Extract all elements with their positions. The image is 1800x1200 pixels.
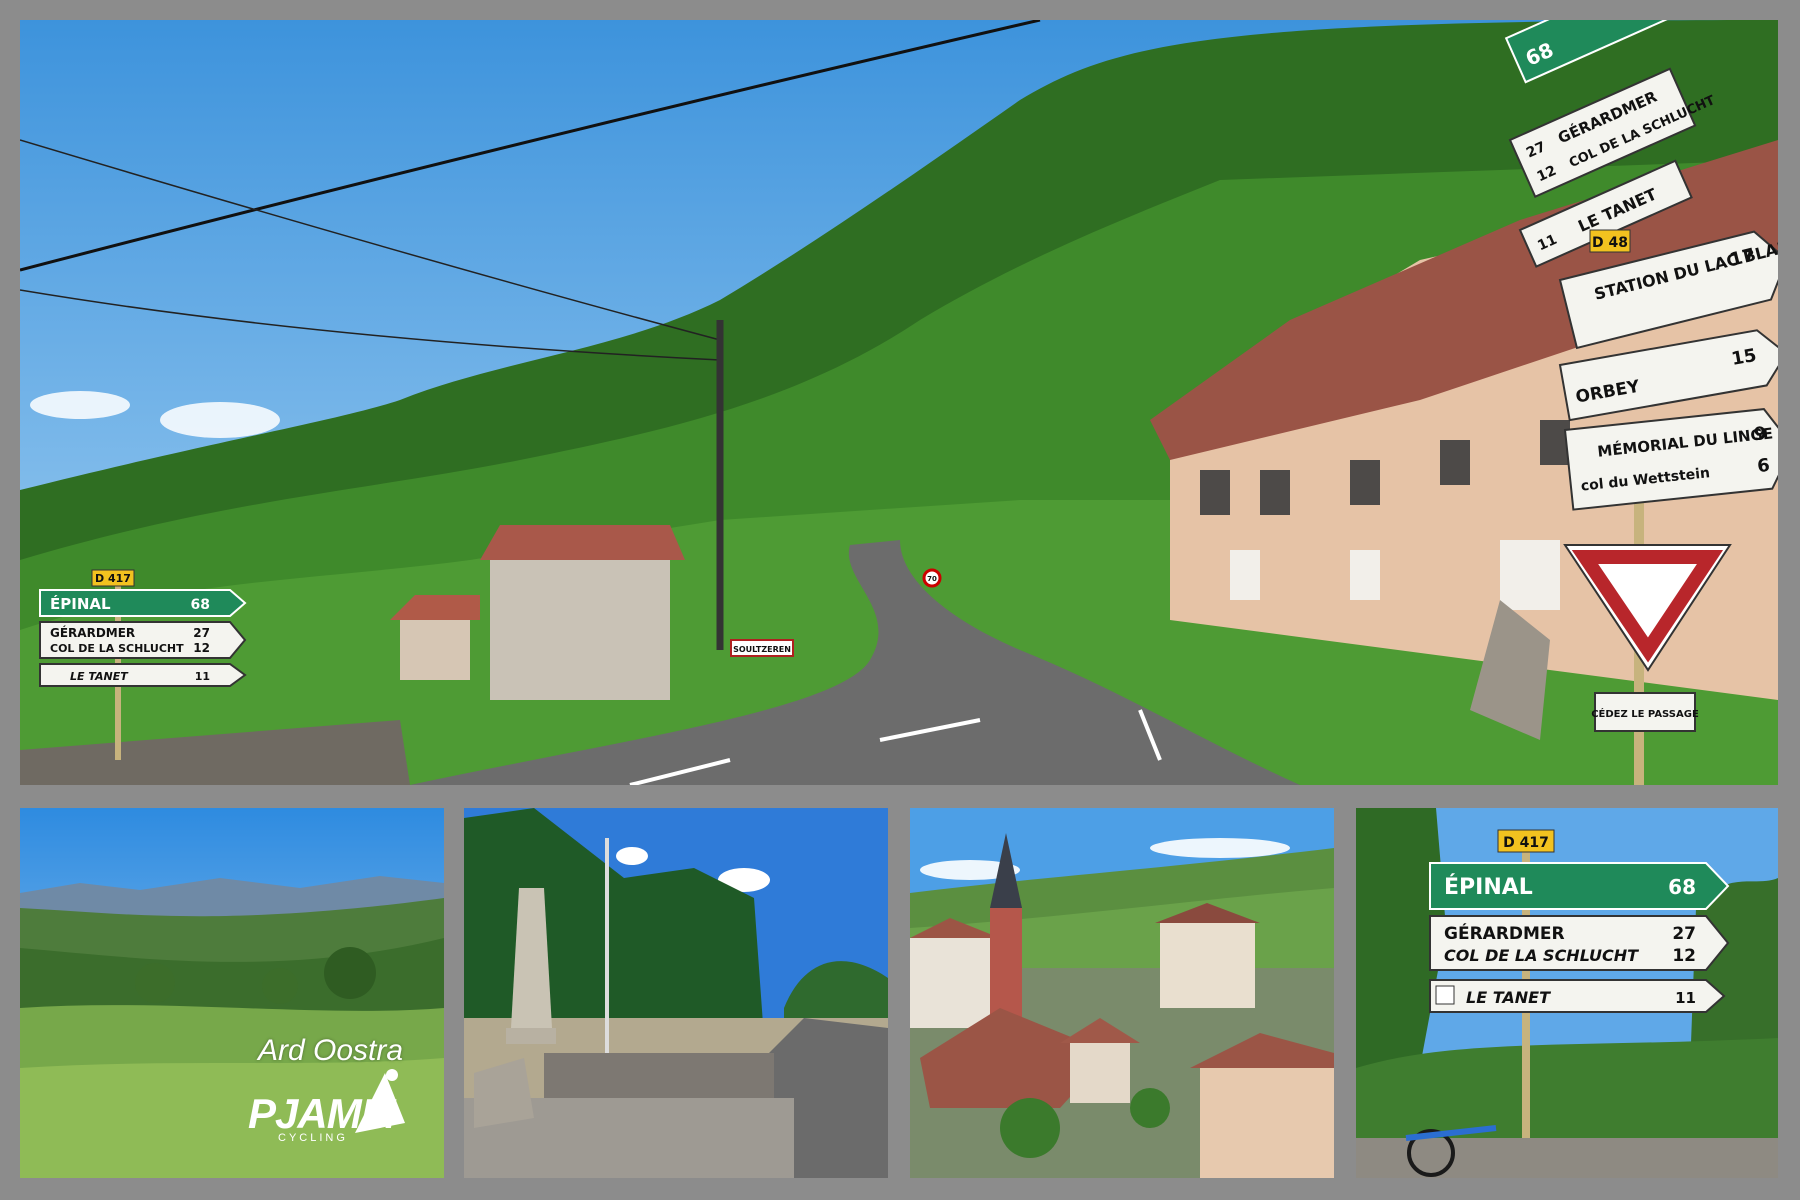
left-sign-gerardmer: GÉRARDMER <box>50 625 135 640</box>
cyclist-logo-icon <box>355 1069 405 1133</box>
thumb-sign-epinal-km: 68 <box>1668 875 1696 899</box>
pjamm-logo-sub: CYCLING <box>278 1132 348 1144</box>
thumb-sign-tanet-km: 11 <box>1675 989 1696 1007</box>
signs-scene: D 417 ÉPINAL 68 GÉRARDMER 27 COL DE LA S… <box>1356 808 1778 1178</box>
right-sign-wettstein-km: 6 <box>1756 455 1771 477</box>
left-sign-tanet-km: 11 <box>195 670 210 683</box>
thumb-road-number: D 417 <box>1503 835 1549 851</box>
right-sign-orbey-km: 15 <box>1730 345 1758 370</box>
thumb-sign-schlucht: COL DE LA SCHLUCHT <box>1444 946 1639 965</box>
thumb-landscape: Ard Oostra PJAMM CYCLING <box>20 808 444 1178</box>
yield-sign-text: CÉDEZ LE PASSAGE <box>1591 707 1699 720</box>
right-sign-linge-km: 9 <box>1753 423 1768 445</box>
left-sign-schlucht: COL DE LA SCHLUCHT <box>50 642 184 655</box>
thumb-sign-gerardmer: GÉRARDMER <box>1444 922 1565 944</box>
town-sign: SOULTZEREN <box>733 645 791 654</box>
thumb-sign-tanet: LE TANET <box>1466 988 1551 1007</box>
main-photo: D 417 ÉPINAL 68 GÉRARDMER 27 COL DE LA S… <box>20 20 1778 785</box>
thumb-signs: D 417 ÉPINAL 68 GÉRARDMER 27 COL DE LA S… <box>1356 808 1778 1178</box>
monument-scene <box>464 808 888 1178</box>
right-road-number: D 48 <box>1592 235 1628 251</box>
left-sign-schlucht-km: 12 <box>193 641 210 655</box>
left-sign-gerardmer-km: 27 <box>193 626 210 640</box>
left-road-number: D 417 <box>95 572 131 585</box>
thumb-village <box>910 808 1334 1178</box>
thumb-sign-epinal: ÉPINAL <box>1444 874 1533 900</box>
thumb-monument <box>464 808 888 1178</box>
left-sign-epinal-km: 68 <box>191 597 210 613</box>
village-scene <box>910 808 1334 1178</box>
thumb-sign-schlucht-km: 12 <box>1672 946 1696 966</box>
left-sign-epinal: ÉPINAL <box>50 594 111 613</box>
thumb-sign-gerardmer-km: 27 <box>1672 924 1696 944</box>
left-sign-tanet: LE TANET <box>70 670 129 683</box>
speed-sign: 70 <box>927 575 937 583</box>
main-photo-scene: D 417 ÉPINAL 68 GÉRARDMER 27 COL DE LA S… <box>20 20 1778 785</box>
